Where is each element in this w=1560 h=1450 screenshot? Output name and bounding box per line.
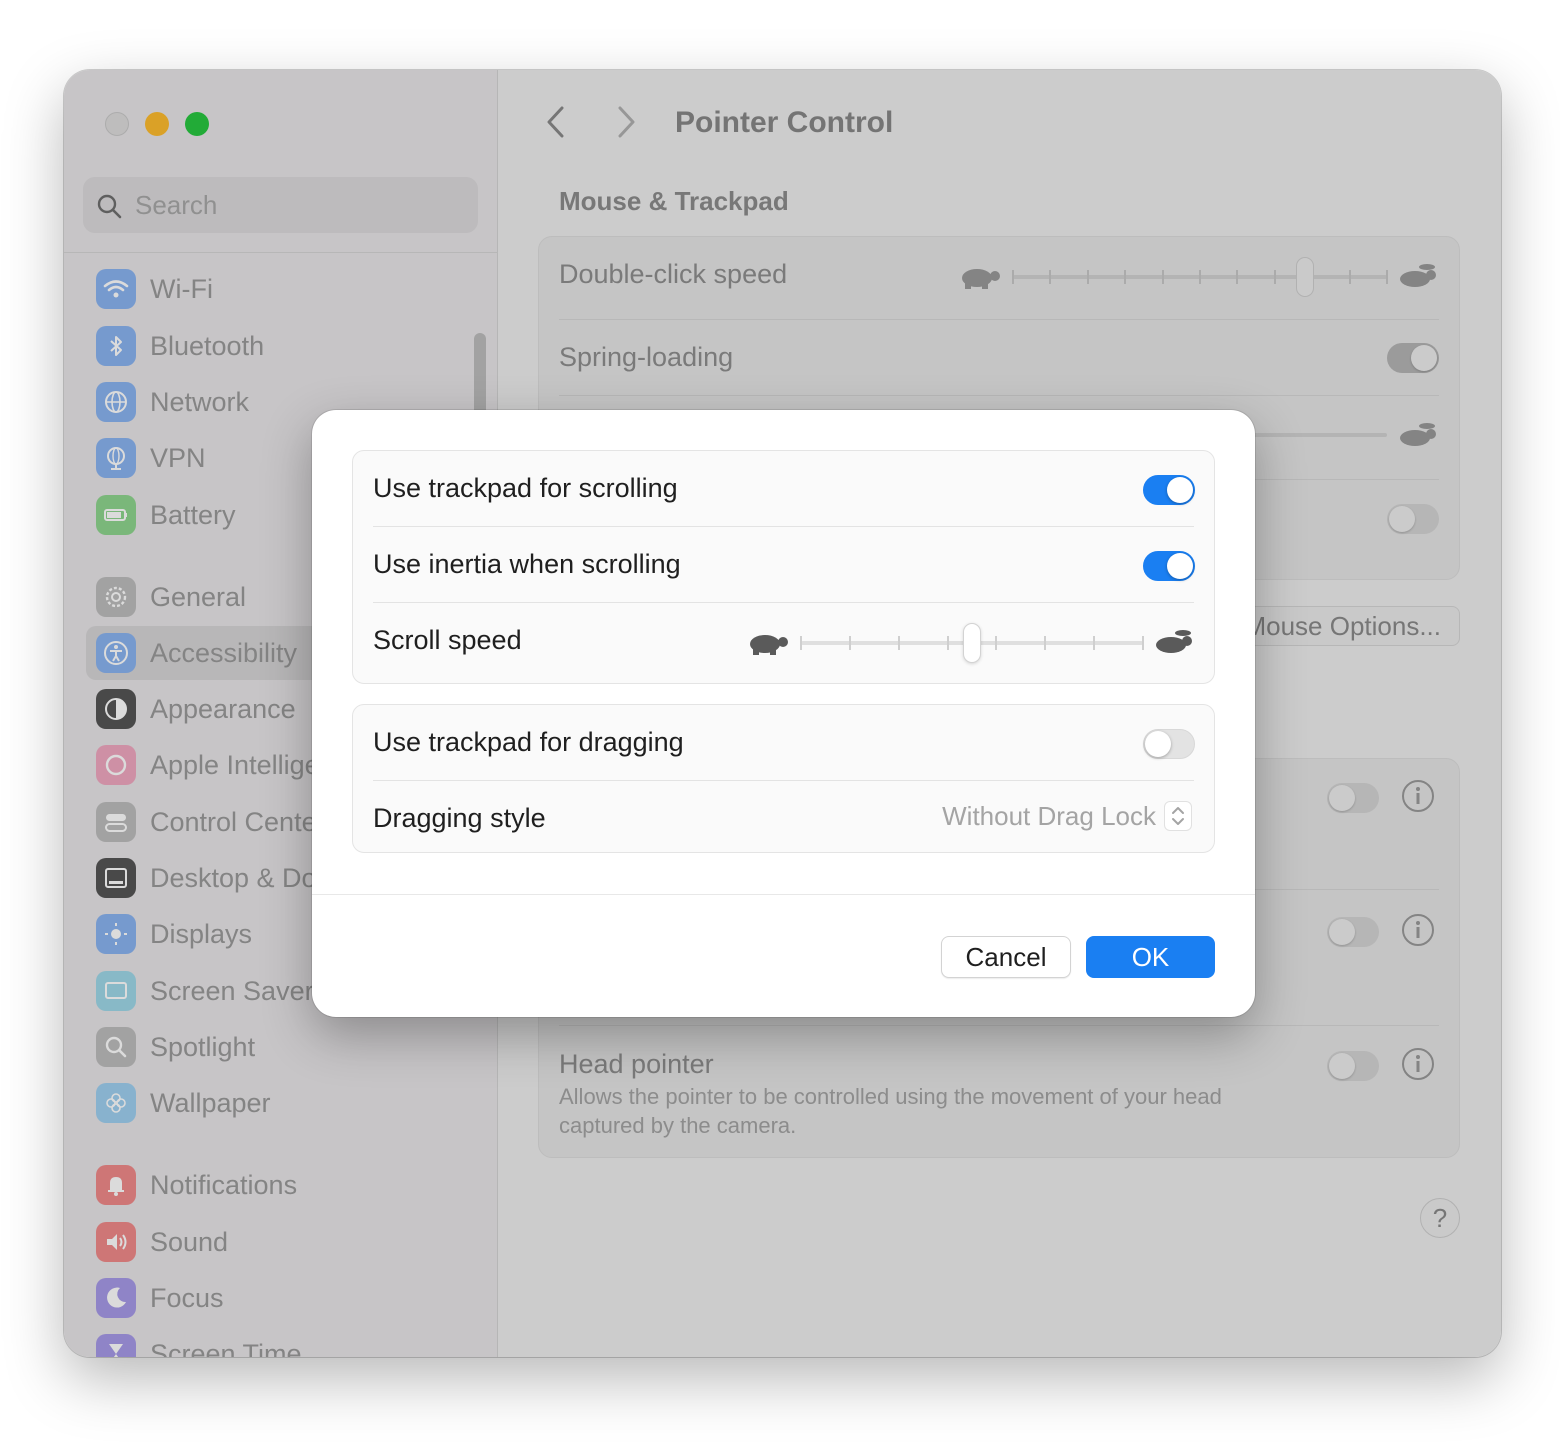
- dragging-card: Use trackpad for dragging Dragging style…: [352, 704, 1215, 853]
- dragging-style-label: Dragging style: [373, 803, 546, 833]
- scroll-speed-tick: [946, 636, 949, 650]
- scroll-speed-tick: [800, 636, 802, 650]
- dragging-style-value: Without Drag Lock: [942, 800, 1156, 831]
- use-trackpad-scrolling-toggle[interactable]: [1143, 475, 1195, 505]
- ok-button[interactable]: OK: [1086, 936, 1215, 978]
- dragging-style-popup[interactable]: Without Drag Lock: [942, 801, 1192, 831]
- scroll-speed-tick: [1093, 636, 1096, 650]
- sheet-divider: [312, 894, 1255, 895]
- use-inertia-label: Use inertia when scrolling: [373, 549, 681, 579]
- use-inertia-toggle[interactable]: [1143, 551, 1195, 581]
- scroll-speed-tick: [848, 636, 851, 650]
- scroll-speed-tick: [1142, 636, 1144, 650]
- use-trackpad-dragging-label: Use trackpad for dragging: [373, 727, 684, 757]
- scroll-speed-label: Scroll speed: [373, 625, 522, 655]
- trackpad-options-sheet: Use trackpad for scrolling Use inertia w…: [312, 410, 1255, 1017]
- scroll-speed-tick: [897, 636, 900, 650]
- scrolling-card: Use trackpad for scrolling Use inertia w…: [352, 450, 1215, 684]
- chevron-up-down-icon: [1164, 801, 1192, 831]
- hare-icon: [1156, 630, 1192, 653]
- use-trackpad-scrolling-label: Use trackpad for scrolling: [373, 473, 678, 503]
- scroll-speed-thumb[interactable]: [963, 623, 981, 663]
- cancel-button[interactable]: Cancel: [941, 936, 1071, 978]
- turtle-icon: [750, 635, 788, 655]
- use-trackpad-dragging-toggle[interactable]: [1143, 729, 1195, 759]
- scroll-speed-tick: [995, 636, 998, 650]
- scroll-speed-tick: [1044, 636, 1047, 650]
